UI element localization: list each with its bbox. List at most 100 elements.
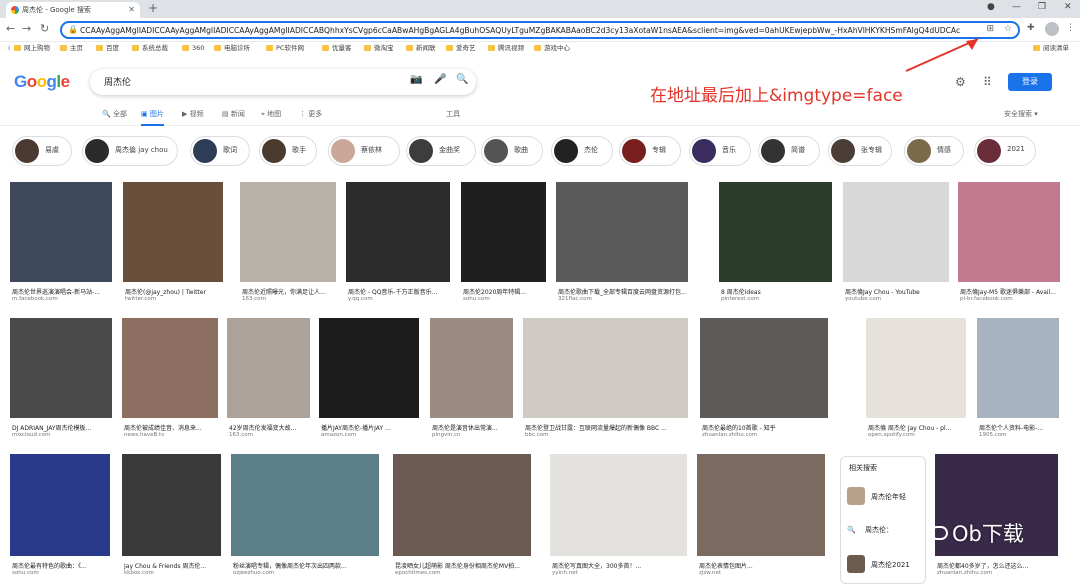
image-result[interactable]: 昆凌晒女儿超萌影 周杰伦身份相周杰伦MV拍... epochtimes.com xyxy=(393,454,531,578)
bookmark-item[interactable]: 爱奇艺 xyxy=(446,42,476,54)
reload-icon[interactable]: ↻ xyxy=(40,22,49,35)
result-caption[interactable]: 周杰伦2020周年特辑... xyxy=(463,287,548,296)
apps-icon[interactable]: ⁞ xyxy=(8,42,10,54)
result-thumbnail[interactable] xyxy=(227,318,310,418)
image-result[interactable]: DJ ADRIAN_JAY周杰伦模板... mixcloud.com xyxy=(10,318,112,440)
new-tab-button[interactable]: + xyxy=(148,1,158,15)
image-result[interactable]: 周杰倫Jay-M5 歌迷俱樂部 - Avail... pl-br.facebook… xyxy=(958,182,1060,304)
tools-button[interactable]: 工具 xyxy=(446,109,460,119)
image-result[interactable]: 周杰伦最绝的10首歌 - 知乎 zhuanlan.zhihu.com xyxy=(700,318,828,440)
image-result[interactable]: 周杰伦(@jay_zhou) | Twitter twitter.com xyxy=(123,182,223,304)
result-caption[interactable]: 周杰倫Jay Chou - YouTube xyxy=(845,287,951,296)
related-chip[interactable]: 简谱 xyxy=(758,136,820,166)
result-caption[interactable]: 周杰伦最有特色的歌曲：《... xyxy=(12,561,112,570)
result-thumbnail[interactable] xyxy=(866,318,966,418)
close-window-icon[interactable]: ✕ xyxy=(1064,2,1072,12)
safesearch-button[interactable]: 安全搜索 ▾ xyxy=(1004,109,1038,119)
result-thumbnail[interactable] xyxy=(10,454,110,556)
related-chip[interactable]: 歌词 xyxy=(190,136,250,166)
reading-list[interactable]: 阅读清单 xyxy=(1033,42,1069,54)
login-button[interactable]: 登录 xyxy=(1008,73,1052,91)
related-item[interactable]: 周杰伦2021 xyxy=(847,555,910,573)
related-chip[interactable]: 歌手 xyxy=(259,136,317,166)
tab-more[interactable]: ⋮ 更多 xyxy=(299,109,322,119)
result-caption[interactable]: 周杰伦登卫战甘露：互联网流量爆起的新偶像 BBC ... xyxy=(525,423,690,432)
result-thumbnail[interactable] xyxy=(977,318,1059,418)
microphone-icon[interactable]: 🎤 xyxy=(434,74,446,85)
image-result[interactable]: 周杰伦被成绩佳音、消息来... news.haveB.tv xyxy=(122,318,218,440)
apps-grid-icon[interactable]: ⠿ xyxy=(983,75,992,89)
restore-icon[interactable]: ❐ xyxy=(1038,2,1046,12)
account-dot-icon[interactable]: ● xyxy=(987,2,995,12)
result-caption[interactable]: 周杰倫 周杰伦 Jay Chou - pl... xyxy=(868,423,968,432)
back-icon[interactable]: ← xyxy=(6,22,15,35)
result-caption[interactable]: 42岁周杰伦发福变大故... xyxy=(229,423,312,432)
result-caption[interactable]: 周杰倫Jay-M5 歌迷俱樂部 - Avail... xyxy=(960,287,1062,296)
result-caption[interactable]: 周杰伦都40多岁了，怎么还这么... xyxy=(937,561,1060,570)
google-logo[interactable]: Google xyxy=(14,72,70,92)
related-item[interactable]: 🔍 周杰伦： xyxy=(847,525,893,535)
address-bar[interactable]: 🔒 CCAAyAggAMgIIADICCAAyAggAMgIIADICCAAyA… xyxy=(60,21,1020,39)
result-thumbnail[interactable] xyxy=(697,454,825,556)
bookmark-item[interactable]: 腾讯视频 xyxy=(488,42,524,54)
url-text[interactable]: CCAAyAggAMgIIADICCAAyAggAMgIIADICCAAyAgg… xyxy=(80,25,974,36)
bookmark-item[interactable]: 优量客 xyxy=(322,42,352,54)
image-result[interactable]: Jay Chou & Friends 周杰伦... kkbox.com xyxy=(122,454,221,578)
related-chip[interactable]: 金曲奖 xyxy=(406,136,476,166)
result-thumbnail[interactable] xyxy=(393,454,531,556)
browser-tab[interactable]: 周杰伦 - Google 搜索 ✕ xyxy=(6,2,140,18)
settings-gear-icon[interactable]: ⚙ xyxy=(955,75,966,89)
result-caption[interactable]: 周杰伦 - QQ音乐-千万正版音乐... xyxy=(348,287,452,296)
search-icon[interactable]: 🔍 xyxy=(456,74,468,85)
image-result[interactable]: 周杰伦歌曲下载_全部专辑百度云网盘资源打包... 321flac.com xyxy=(556,182,688,304)
image-result[interactable]: 42岁周杰伦发福变大故... 163.com xyxy=(227,318,310,440)
related-chip[interactable]: 歌曲 xyxy=(481,136,543,166)
result-caption[interactable]: 8 周杰伦ideas xyxy=(721,287,834,296)
image-result[interactable]: 周杰伦2020周年特辑... sohu.com xyxy=(461,182,546,304)
related-chip[interactable]: 张专辑 xyxy=(828,136,892,166)
bookmark-item[interactable]: 百度 xyxy=(96,42,119,54)
bookmark-item[interactable]: 系统总裁 xyxy=(132,42,168,54)
tab-videos[interactable]: ▶ 视频 xyxy=(182,109,204,119)
image-result[interactable]: 周杰倫Jay Chou - YouTube youtube.com xyxy=(843,182,949,304)
result-caption[interactable]: 周杰伦最绝的10首歌 - 知乎 xyxy=(702,423,830,432)
image-result[interactable]: 播片JAY周杰伦-播片JAY ... amazon.com xyxy=(319,318,419,440)
related-chip[interactable]: 周杰倫 jay chou xyxy=(82,136,178,166)
result-caption[interactable]: 周杰伦(@jay_zhou) | Twitter xyxy=(125,287,225,296)
result-thumbnail[interactable] xyxy=(122,318,218,418)
result-thumbnail[interactable] xyxy=(719,182,832,282)
related-chip[interactable]: 2021 xyxy=(974,136,1036,166)
camera-icon[interactable]: 📷 xyxy=(410,74,422,85)
image-result[interactable]: 周杰倫 周杰伦 Jay Chou - pl... open.spotify.com xyxy=(866,318,966,440)
image-result[interactable]: 周杰伦都40多岁了，怎么还这么... zhuanlan.zhihu.com xyxy=(935,454,1058,578)
bookmark-item[interactable]: 微淘宝 xyxy=(364,42,394,54)
result-caption[interactable]: 周杰伦表情包图片... xyxy=(699,561,827,570)
result-caption[interactable]: 周杰伦写真图大全，300多首！... xyxy=(552,561,689,570)
result-thumbnail[interactable] xyxy=(319,318,419,418)
image-result[interactable]: 周杰伦写真图大全，300多首！... yyinh.net xyxy=(550,454,687,578)
image-result[interactable]: 周杰伦近照曝光，你满足让人... 163.com xyxy=(240,182,336,304)
tab-images[interactable]: ▣ 图片 xyxy=(141,109,164,126)
image-result[interactable]: 周杰伦个人资料-电影-... 1905.com xyxy=(977,318,1059,440)
tab-maps[interactable]: ⌖ 地图 xyxy=(261,109,281,119)
result-thumbnail[interactable] xyxy=(10,182,112,282)
result-caption[interactable]: 周杰伦世界巡演演唱会-新马站-... xyxy=(12,287,114,296)
search-box[interactable]: 周杰伦 📷 🎤 🔍 xyxy=(90,69,476,95)
bookmark-item[interactable]: 电脑诊所 xyxy=(214,42,250,54)
result-thumbnail[interactable] xyxy=(461,182,546,282)
bookmark-item[interactable]: 网上购物 xyxy=(14,42,50,54)
result-thumbnail[interactable] xyxy=(430,318,513,418)
result-caption[interactable]: 周杰伦个人资料-电影-... xyxy=(979,423,1061,432)
related-chip[interactable]: 专辑 xyxy=(619,136,681,166)
tab-all[interactable]: 🔍 全部 xyxy=(102,109,127,119)
result-thumbnail[interactable] xyxy=(523,318,688,418)
result-thumbnail[interactable] xyxy=(240,182,336,282)
result-caption[interactable]: 周杰伦近照曝光，你满足让人... xyxy=(242,287,338,296)
image-result[interactable]: 周杰伦登卫战甘露：互联网流量爆起的新偶像 BBC ... bbc.com xyxy=(523,318,688,440)
menu-icon[interactable]: ⋮ xyxy=(1066,23,1075,33)
related-chip[interactable]: 易虞 xyxy=(12,136,72,166)
tab-news[interactable]: ▤ 新闻 xyxy=(222,109,245,119)
result-caption[interactable]: DJ ADRIAN_JAY周杰伦模板... xyxy=(12,423,114,432)
image-result[interactable]: 周杰伦是演音休出常演... pingvin.cn xyxy=(430,318,513,440)
profile-avatar[interactable] xyxy=(1045,22,1059,36)
